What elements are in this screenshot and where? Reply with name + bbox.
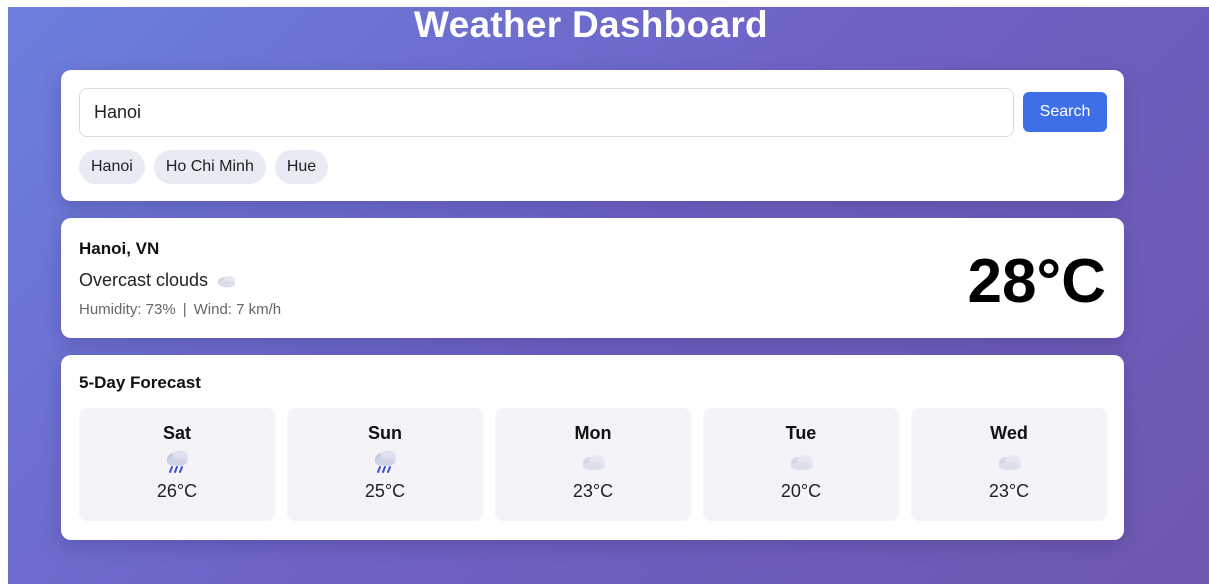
- quick-city-chips: Hanoi Ho Chi Minh Hue: [79, 150, 329, 184]
- forecast-day-name: Wed: [990, 423, 1028, 443]
- forecast-day: Tue 20°C: [703, 408, 899, 521]
- humidity-value: Humidity: 73%: [79, 301, 176, 318]
- current-condition-row: Overcast clouds: [79, 270, 236, 291]
- forecast-day-name: Sun: [368, 423, 402, 443]
- city-chip-hanoi[interactable]: Hanoi: [79, 150, 145, 184]
- forecast-title: 5-Day Forecast: [79, 373, 201, 392]
- forecast-day: Sun 25°C: [287, 408, 483, 521]
- search-card: Search Hanoi Ho Chi Minh Hue: [61, 70, 1124, 201]
- forecast-day-temp: 25°C: [364, 481, 406, 501]
- wind-value: Wind: 7 km/h: [193, 301, 282, 318]
- current-weather-card: Hanoi, VN Overcast clouds Humidity: 73% |…: [61, 218, 1124, 338]
- forecast-day-temp: 23°C: [988, 481, 1030, 501]
- cloud-icon: [995, 449, 1023, 475]
- current-condition: Overcast clouds: [79, 270, 209, 290]
- forecast-card: 5-Day Forecast Sat 26°C Sun 25°C Mon 23°…: [61, 355, 1124, 540]
- forecast-day: Mon 23°C: [495, 408, 691, 521]
- forecast-day-temp: 26°C: [156, 481, 198, 501]
- cloud-icon: [216, 274, 236, 288]
- forecast-days: Sat 26°C Sun 25°C Mon 23°C Tue 20°C Wed …: [79, 408, 1107, 521]
- forecast-day-name: Tue: [785, 423, 817, 443]
- current-city: Hanoi, VN: [79, 239, 160, 258]
- forecast-day: Wed 23°C: [911, 408, 1107, 521]
- city-chip-hue[interactable]: Hue: [274, 150, 329, 184]
- dashboard-app: Weather Dashboard Search Hanoi Ho Chi Mi…: [8, 7, 1209, 584]
- rain-cloud-icon: [163, 449, 191, 475]
- page-title: Weather Dashboard: [414, 7, 768, 45]
- forecast-day-name: Sat: [162, 423, 191, 443]
- rain-cloud-icon: [371, 449, 399, 475]
- city-chip-ho-chi-minh[interactable]: Ho Chi Minh: [153, 150, 266, 184]
- forecast-day: Sat 26°C: [79, 408, 275, 521]
- details-separator: |: [182, 301, 187, 318]
- current-details: Humidity: 73% | Wind: 7 km/h: [79, 301, 281, 318]
- forecast-day-name: Mon: [574, 423, 612, 443]
- forecast-day-temp: 23°C: [572, 481, 614, 501]
- search-button[interactable]: Search: [1023, 92, 1107, 132]
- cloud-icon: [579, 449, 607, 475]
- forecast-day-temp: 20°C: [780, 481, 822, 501]
- search-input[interactable]: [79, 88, 1014, 137]
- cloud-icon: [787, 449, 815, 475]
- current-temperature: 28°C: [967, 247, 1106, 316]
